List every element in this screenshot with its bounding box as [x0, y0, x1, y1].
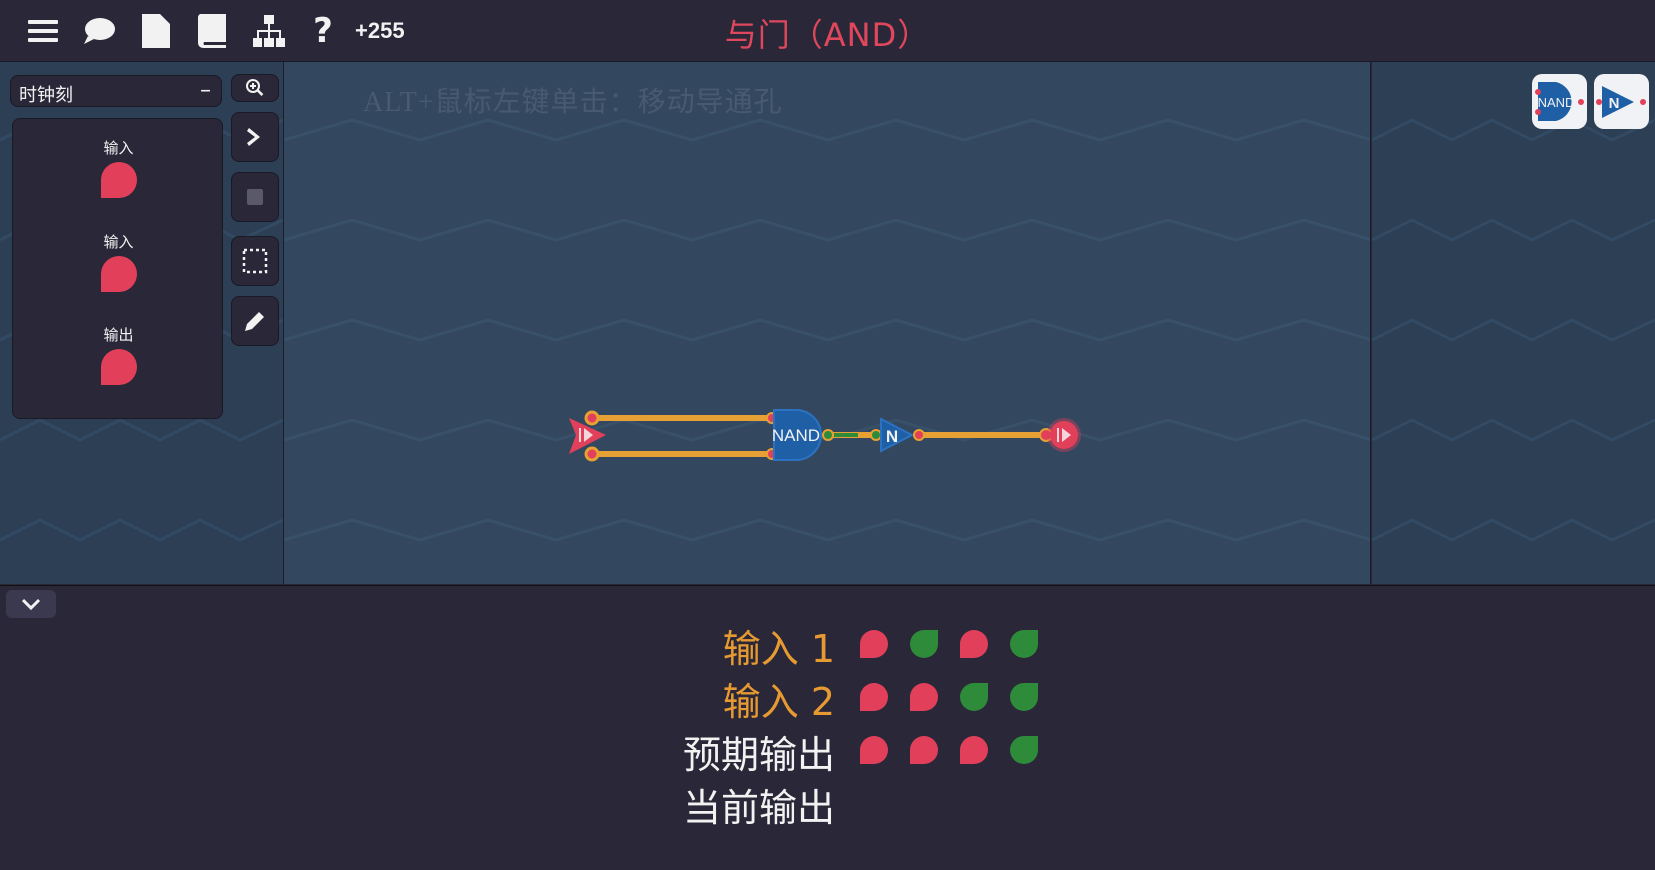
input-pin-icon	[100, 162, 137, 198]
pencil-button[interactable]	[231, 296, 279, 346]
truth-cell-r1-c4	[1010, 630, 1038, 658]
palette-nand-gate[interactable]: NAND	[1532, 74, 1587, 129]
select-button[interactable]	[231, 236, 279, 286]
truth-row-label-current: 当前输出	[682, 786, 835, 830]
input2-connector	[584, 446, 600, 462]
truth-row-label-input1: 输入 1	[722, 627, 835, 671]
level-title: 与门（AND）	[724, 16, 931, 54]
truth-cell-r3-c4	[1010, 736, 1038, 764]
stop-button[interactable]	[231, 172, 279, 222]
truth-cell-r1-c1	[860, 630, 888, 658]
svg-text:N: N	[1609, 95, 1620, 112]
stop-icon	[247, 189, 263, 205]
not-gate-icon: N	[1596, 86, 1646, 118]
top-toolbar: ? +255 与门（AND）	[0, 0, 1655, 62]
clock-select-value: 时钟刻	[19, 85, 73, 106]
input1-connector	[584, 410, 600, 426]
svg-text:NAND: NAND	[1538, 95, 1575, 110]
output-pin-icon	[100, 349, 137, 385]
step-button[interactable]	[231, 112, 279, 162]
collapse-panel-button[interactable]	[6, 590, 56, 618]
truth-row-label-expected: 预期输出	[682, 733, 835, 777]
io-input-1[interactable]: 输入	[13, 137, 224, 202]
truth-cell-r2-c4	[1010, 683, 1038, 711]
zoom-in-icon	[246, 79, 264, 96]
nand-gate-icon: NAND	[1535, 82, 1584, 121]
chevron-right-icon	[247, 128, 260, 146]
io-component-list: 输入 输入 输出	[12, 118, 223, 419]
chevron-down-icon	[22, 598, 40, 610]
io-input-2-label: 输入	[103, 233, 134, 251]
zoom-in-button[interactable]	[231, 74, 279, 102]
truth-table-panel: 输入 1 输入 2 预期输出 当前输出	[0, 585, 1655, 870]
truth-cell-r3-c2	[910, 736, 938, 764]
clock-tick-select[interactable]: 时钟刻 –	[10, 75, 222, 107]
io-input-1-label: 输入	[103, 139, 134, 157]
not-gate-label: N	[886, 427, 898, 446]
clock-select-toggle[interactable]: –	[200, 78, 211, 103]
marquee-select-icon	[242, 248, 268, 274]
nand-gate-label: NAND	[772, 426, 820, 445]
app-root: ? +255 与门（AND） 时钟刻 – 输入 输入 输出 ALT+鼠标左键单击…	[0, 0, 1655, 870]
io-output[interactable]: 输出	[13, 324, 224, 389]
circuit-canvas[interactable]: ALT+鼠标左键单击：移动导通孔 NAND N	[283, 62, 1371, 584]
circuit-graph: NAND N	[569, 409, 1081, 462]
io-output-label: 输出	[103, 326, 134, 344]
truth-cell-r2-c2	[910, 683, 938, 711]
truth-cell-r3-c3	[960, 736, 988, 764]
truth-cell-r3-c1	[860, 736, 888, 764]
truth-cell-r1-c2	[910, 630, 938, 658]
input-pin-icon	[100, 256, 137, 292]
truth-cell-r2-c1	[860, 683, 888, 711]
truth-cell-r2-c3	[960, 683, 988, 711]
right-panel	[1372, 62, 1655, 584]
pencil-icon	[245, 312, 264, 331]
io-input-2[interactable]: 输入	[13, 231, 224, 296]
truth-row-label-input2: 输入 2	[722, 680, 835, 724]
background-pattern	[1372, 118, 1655, 542]
truth-cell-r1-c3	[960, 630, 988, 658]
palette-not-gate[interactable]: N	[1594, 74, 1649, 129]
